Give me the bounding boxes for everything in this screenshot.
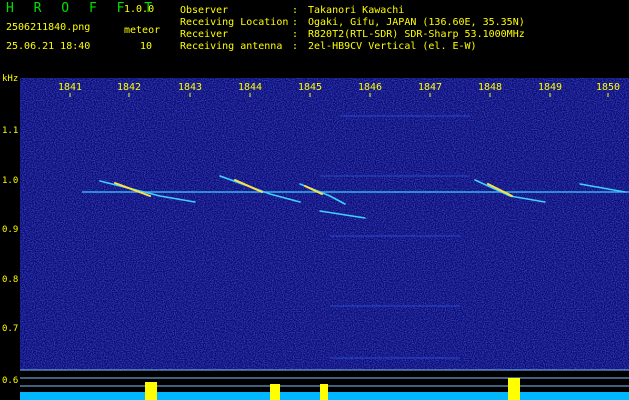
header-panel: H R O F F T 1.0.0 2506211840.png meteor … — [0, 0, 629, 58]
info-row-receiver: Receiver: R820T2(RTL-SDR) SDR-Sharp 53.10… — [180, 29, 525, 40]
y-tick-0.8: 0.8 — [2, 275, 18, 285]
band-rules — [20, 369, 629, 387]
info-row-antenna: Receiving antenna:2el-HB9CV Vertical (el… — [180, 41, 477, 52]
x-tick-1843: 1843 — [178, 82, 202, 93]
meteor-label: meteor — [124, 25, 161, 36]
x-tick-1850: 1850 — [596, 82, 620, 93]
spectrogram-noise — [20, 78, 629, 370]
file-name: 2506211840.png — [6, 22, 91, 33]
x-tick-1841: 1841 — [58, 82, 82, 93]
spectrogram: 1841 1842 1843 1844 1845 1846 1847 1848 … — [2, 78, 629, 400]
app-version: 1.0.0 — [124, 4, 155, 15]
y-tick-1.1: 1.1 — [2, 126, 18, 136]
info-row-location: Receiving Location: Ogaki, Gifu, JAPAN (1… — [180, 17, 525, 28]
meteor-count: 10 — [140, 41, 153, 52]
x-tick-1844: 1844 — [238, 82, 262, 93]
x-tick-1847: 1847 — [418, 82, 442, 93]
y-tick-1.0: 1.0 — [2, 176, 18, 186]
y-tick-0.7: 0.7 — [2, 324, 18, 334]
x-tick-1846: 1846 — [358, 82, 382, 93]
station-info: Observer: Takanori Kawachi Receiving Loca… — [180, 5, 525, 53]
y-tick-0.6: 0.6 — [2, 376, 18, 386]
y-tick-0.9: 0.9 — [2, 225, 18, 235]
date-time: 25.06.21 18:40 — [6, 41, 91, 52]
x-tick-1848: 1848 — [478, 82, 502, 93]
x-tick-1842: 1842 — [117, 82, 141, 93]
x-tick-1849: 1849 — [538, 82, 562, 93]
info-row-observer: Observer: Takanori Kawachi — [180, 5, 405, 16]
x-tick-1845: 1845 — [298, 82, 322, 93]
